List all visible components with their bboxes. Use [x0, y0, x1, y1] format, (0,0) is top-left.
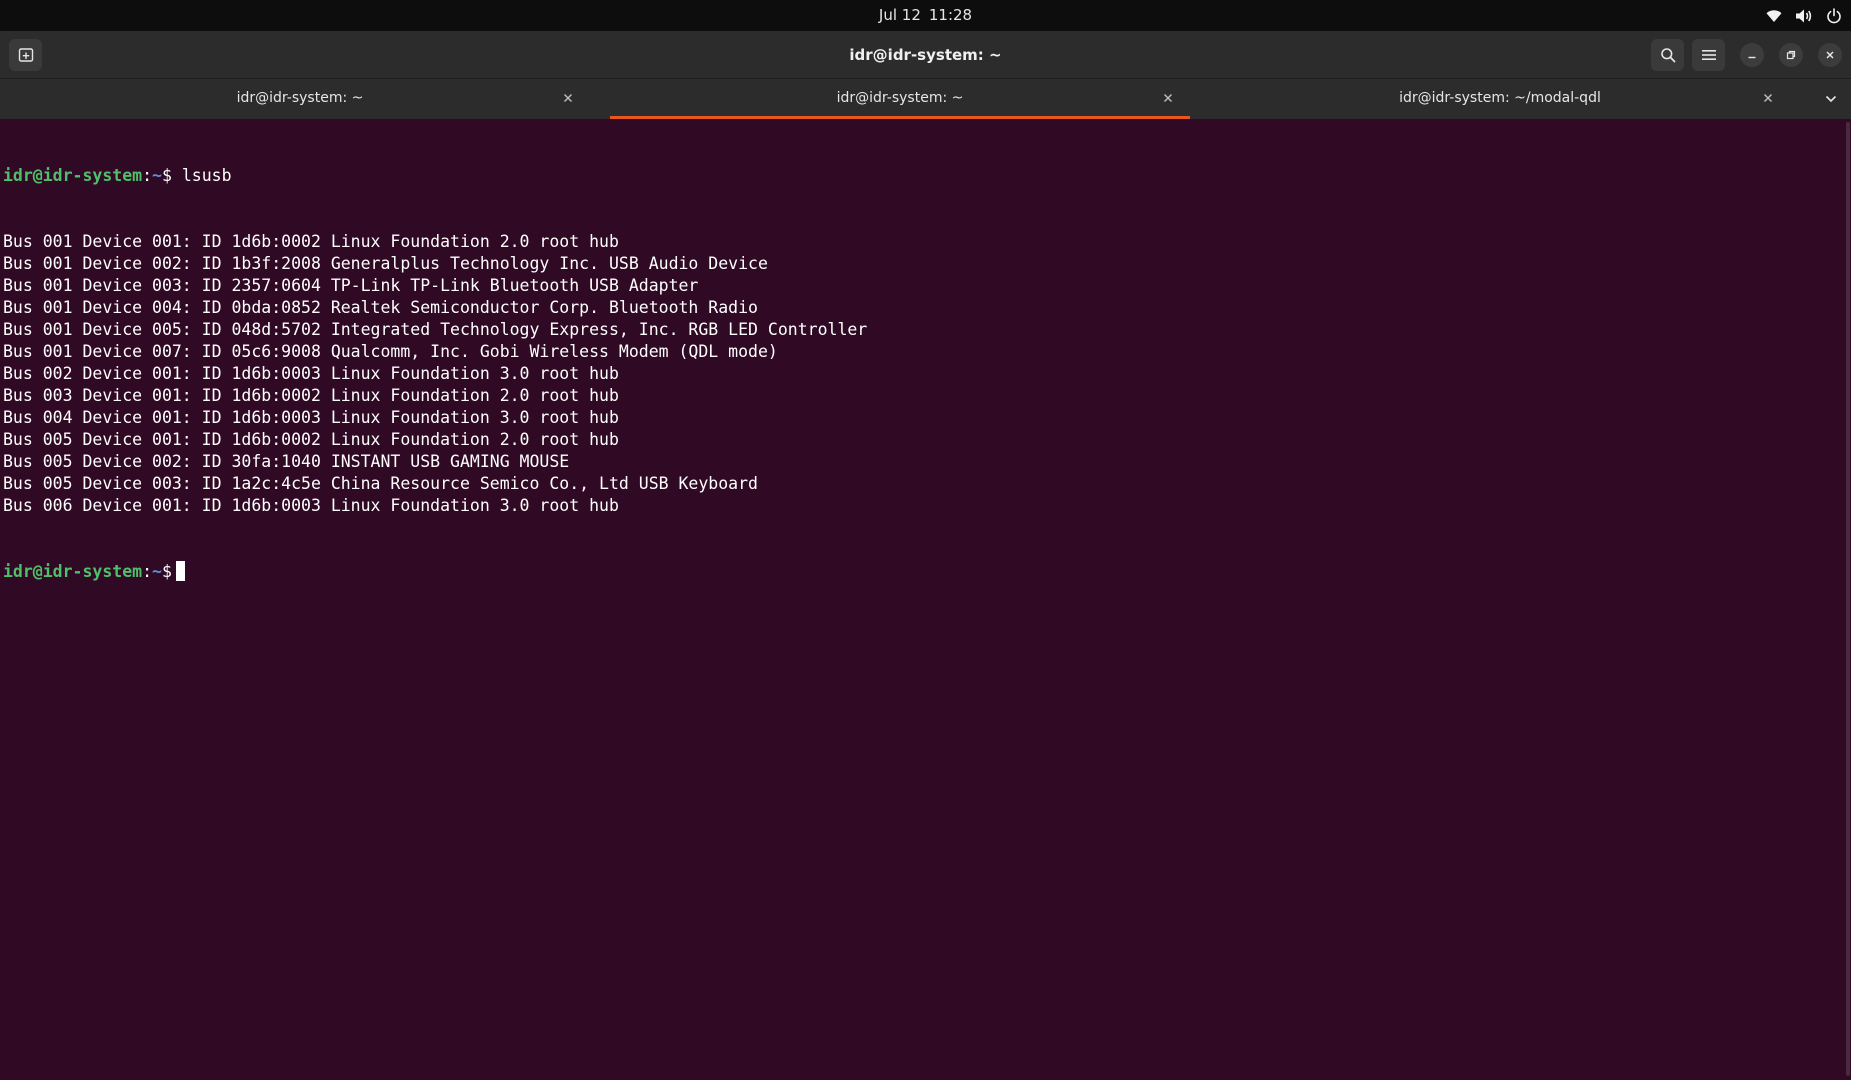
output-line: Bus 005 Device 002: ID 30fa:1040 INSTANT…	[3, 452, 570, 471]
output-line: Bus 001 Device 002: ID 1b3f:2008 General…	[3, 254, 768, 273]
wifi-icon[interactable]	[1765, 7, 1783, 25]
output-line: Bus 001 Device 003: ID 2357:0604 TP-Link…	[3, 276, 699, 295]
tab-3[interactable]: idr@idr-system: ~/modal-qdl	[1200, 79, 1800, 119]
output-line: Bus 006 Device 001: ID 1d6b:0003 Linux F…	[3, 496, 619, 515]
window-title: idr@idr-system: ~	[849, 46, 1002, 64]
tab-label: idr@idr-system: ~	[836, 90, 964, 106]
hamburger-menu-icon	[1701, 50, 1716, 60]
output-line: Bus 002 Device 001: ID 1d6b:0003 Linux F…	[3, 364, 619, 383]
output-line: Bus 001 Device 007: ID 05c6:9008 Qualcom…	[3, 342, 778, 361]
power-icon[interactable]	[1825, 7, 1843, 25]
search-icon	[1660, 48, 1675, 63]
output-line: Bus 005 Device 003: ID 1a2c:4c5e China R…	[3, 474, 758, 493]
close-icon	[564, 94, 572, 102]
new-tab-icon	[18, 48, 33, 62]
search-button[interactable]	[1651, 39, 1684, 71]
prompt-dollar: $	[161, 166, 182, 185]
prompt-user: idr@idr-system	[3, 166, 143, 185]
close-icon	[1764, 94, 1772, 102]
tab-label: idr@idr-system: ~	[236, 90, 364, 106]
restore-icon	[1786, 50, 1796, 60]
output-line: Bus 001 Device 004: ID 0bda:0852 Realtek…	[3, 298, 758, 317]
close-window-button[interactable]	[1818, 43, 1842, 67]
prompt-dollar: $	[161, 562, 172, 581]
command-text: lsusb	[181, 166, 232, 185]
tab-label: idr@idr-system: ~/modal-qdl	[1399, 90, 1601, 106]
output-line: Bus 003 Device 001: ID 1d6b:0002 Linux F…	[3, 386, 619, 405]
command-line: idr@idr-system:~$ lsusb	[3, 165, 1848, 187]
command-output: Bus 001 Device 001: ID 1d6b:0002 Linux F…	[3, 231, 1848, 517]
tab-close-button[interactable]	[1760, 90, 1776, 106]
prompt-path: ~	[152, 166, 162, 185]
menu-button[interactable]	[1692, 39, 1725, 71]
chevron-down-icon	[1825, 95, 1837, 103]
system-tray[interactable]	[1765, 0, 1843, 31]
prompt-colon: :	[142, 562, 153, 581]
tab-2-active[interactable]: idr@idr-system: ~	[600, 79, 1200, 119]
clock-date: Jul 12	[878, 6, 921, 24]
output-line: Bus 001 Device 001: ID 1d6b:0002 Linux F…	[3, 232, 619, 251]
scrollbar[interactable]	[1846, 122, 1850, 1076]
minimize-button[interactable]	[1740, 43, 1764, 67]
prompt-colon: :	[142, 166, 153, 185]
output-line: Bus 005 Device 001: ID 1d6b:0002 Linux F…	[3, 430, 619, 449]
output-line: Bus 004 Device 001: ID 1d6b:0003 Linux F…	[3, 408, 619, 427]
tab-close-button[interactable]	[1160, 90, 1176, 106]
clock-time: 11:28	[928, 6, 973, 24]
terminal-output[interactable]: idr@idr-system:~$ lsusb Bus 001 Device 0…	[0, 119, 1851, 1080]
current-prompt-line: idr@idr-system:~$	[3, 561, 1848, 583]
terminal-header-bar: idr@idr-system: ~	[0, 31, 1851, 79]
tab-close-button[interactable]	[560, 90, 576, 106]
text-cursor	[175, 561, 185, 581]
volume-icon[interactable]	[1795, 7, 1813, 25]
tab-1[interactable]: idr@idr-system: ~	[0, 79, 600, 119]
tab-bar: idr@idr-system: ~ idr@idr-system: ~ idr@…	[0, 79, 1851, 119]
system-top-bar: Jul 12 11:28	[0, 0, 1851, 31]
output-line: Bus 001 Device 005: ID 048d:5702 Integra…	[3, 320, 868, 339]
maximize-button[interactable]	[1779, 43, 1803, 67]
tab-list-dropdown[interactable]	[1819, 87, 1843, 111]
clock[interactable]: Jul 12 11:28	[0, 0, 1851, 31]
close-icon	[1164, 94, 1172, 102]
close-icon	[1826, 51, 1834, 59]
new-tab-button[interactable]	[9, 39, 42, 71]
minimize-icon	[1748, 56, 1756, 59]
header-actions	[1643, 39, 1842, 71]
prompt-path: ~	[152, 562, 162, 581]
prompt-user: idr@idr-system	[3, 562, 143, 581]
